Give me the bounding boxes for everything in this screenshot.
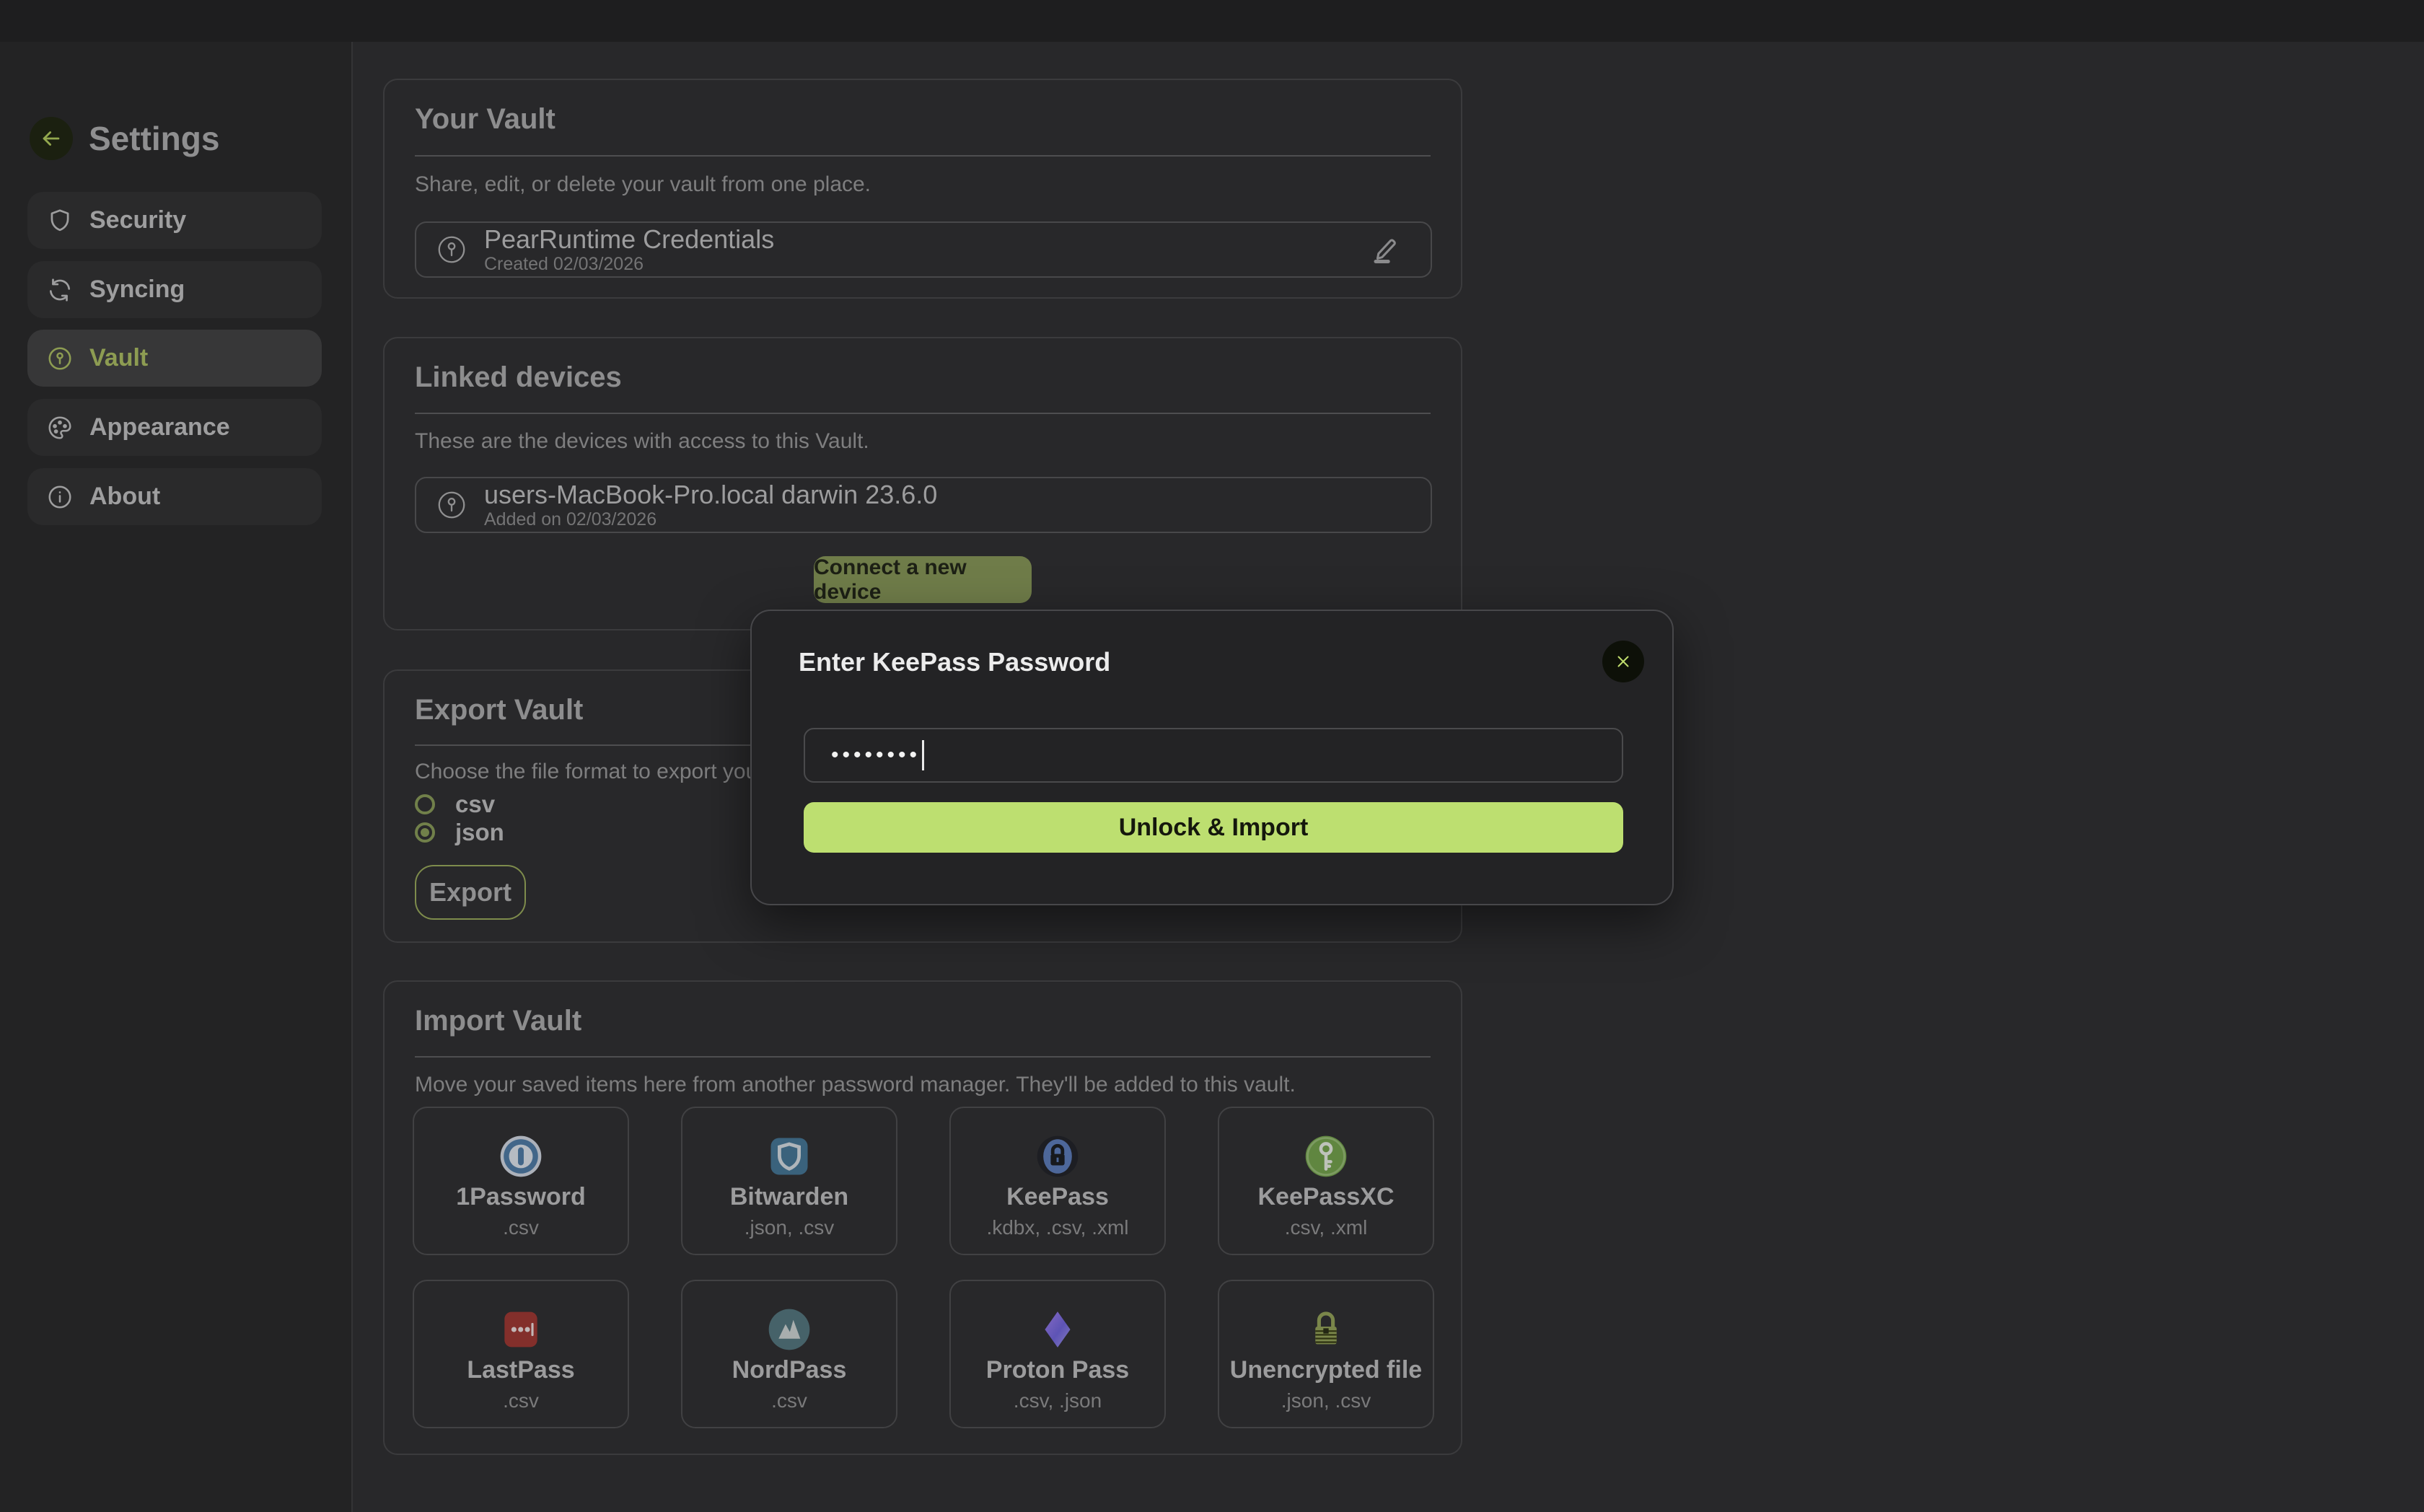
divider — [415, 1056, 1431, 1058]
provider-grid: 1Password .csv Bitwarden .json, .csv Kee… — [413, 1107, 1434, 1428]
protonpass-icon — [1033, 1305, 1082, 1354]
connect-new-device-button[interactable]: Connect a new device — [814, 556, 1032, 603]
close-icon — [1614, 652, 1633, 671]
device-added-date: Added on 02/03/2026 — [484, 509, 937, 529]
import-tile-bitwarden[interactable]: Bitwarden .json, .csv — [681, 1107, 897, 1255]
sidebar-item-about[interactable]: About — [27, 468, 322, 525]
text-caret — [922, 740, 924, 770]
sidebar-item-label: Syncing — [89, 276, 185, 304]
export-button[interactable]: Export — [415, 865, 526, 920]
palette-icon — [46, 414, 74, 441]
keepass-icon — [1033, 1132, 1082, 1181]
section-title: Import Vault — [415, 1005, 581, 1037]
arrow-left-icon — [39, 126, 63, 151]
password-input[interactable]: •••••••• — [804, 728, 1623, 783]
format-label: csv — [455, 791, 495, 818]
provider-name: Unencrypted file — [1219, 1356, 1433, 1384]
sidebar-item-label: Appearance — [89, 413, 230, 441]
your-vault-section: Your Vault Share, edit, or delete your v… — [383, 79, 1462, 299]
provider-name: LastPass — [414, 1356, 628, 1384]
keepassxc-icon — [1301, 1132, 1351, 1181]
section-title: Your Vault — [415, 103, 556, 136]
linked-devices-section: Linked devices These are the devices wit… — [383, 337, 1462, 630]
close-button[interactable] — [1602, 641, 1644, 682]
settings-screen: Settings Security Syncing Vault Appearan… — [0, 0, 2424, 1512]
sync-icon — [46, 276, 74, 304]
pencil-icon[interactable] — [1369, 233, 1402, 266]
nordpass-icon — [765, 1305, 814, 1354]
import-tile-nordpass[interactable]: NordPass .csv — [681, 1280, 897, 1428]
password-masked-value: •••••••• — [831, 728, 921, 783]
sidebar-item-syncing[interactable]: Syncing — [27, 261, 322, 318]
format-option-csv[interactable]: csv — [415, 790, 495, 819]
provider-formats: .json, .csv — [1219, 1389, 1433, 1412]
bitwarden-icon — [765, 1132, 814, 1181]
format-option-json[interactable]: json — [415, 818, 504, 847]
back-button[interactable] — [30, 117, 73, 160]
sidebar-item-appearance[interactable]: Appearance — [27, 399, 322, 456]
provider-name: Proton Pass — [951, 1356, 1164, 1384]
provider-formats: .csv — [414, 1389, 628, 1412]
import-vault-section: Import Vault Move your saved items here … — [383, 980, 1462, 1455]
provider-formats: .csv, .xml — [1219, 1216, 1433, 1239]
section-title: Linked devices — [415, 361, 622, 394]
page-title: Settings — [89, 117, 219, 160]
key-circle-icon — [46, 345, 74, 372]
sidebar-item-vault[interactable]: Vault — [27, 330, 322, 387]
keepass-password-dialog: Enter KeePass Password •••••••• Unlock &… — [750, 610, 1674, 905]
section-description: These are the devices with access to thi… — [415, 429, 869, 454]
section-description: Move your saved items here from another … — [415, 1073, 1296, 1097]
provider-name: 1Password — [414, 1183, 628, 1211]
provider-name: KeePass — [951, 1183, 1164, 1211]
1password-icon — [496, 1132, 545, 1181]
sidebar-item-label: About — [89, 483, 160, 511]
provider-formats: .kdbx, .csv, .xml — [951, 1216, 1164, 1239]
format-label: json — [455, 819, 504, 846]
unlocked-padlock-icon — [1301, 1305, 1351, 1354]
import-tile-protonpass[interactable]: Proton Pass .csv, .json — [949, 1280, 1166, 1428]
provider-name: Bitwarden — [682, 1183, 896, 1211]
radio-selected-icon[interactable] — [415, 822, 435, 843]
provider-name: NordPass — [682, 1356, 896, 1384]
dialog-title: Enter KeePass Password — [799, 647, 1110, 677]
lastpass-icon — [496, 1305, 545, 1354]
import-tile-unencrypted[interactable]: Unencrypted file .json, .csv — [1218, 1280, 1434, 1428]
import-tile-keepassxc[interactable]: KeePassXC .csv, .xml — [1218, 1107, 1434, 1255]
key-circle-icon — [435, 488, 468, 522]
shield-icon — [46, 207, 74, 234]
device-row: users-MacBook-Pro.local darwin 23.6.0 Ad… — [415, 477, 1432, 533]
divider — [415, 413, 1431, 414]
vault-created-date: Created 02/03/2026 — [484, 254, 774, 274]
info-icon — [46, 483, 74, 511]
provider-formats: .csv — [414, 1216, 628, 1239]
provider-formats: .csv, .json — [951, 1389, 1164, 1412]
sidebar: Settings Security Syncing Vault Appearan… — [0, 42, 353, 1512]
vault-name: PearRuntime Credentials — [484, 225, 774, 254]
device-name: users-MacBook-Pro.local darwin 23.6.0 — [484, 480, 937, 509]
divider — [415, 155, 1431, 157]
provider-formats: .csv — [682, 1389, 896, 1412]
section-description: Share, edit, or delete your vault from o… — [415, 172, 871, 197]
window-title-bar — [0, 0, 2424, 42]
sidebar-item-label: Vault — [89, 344, 148, 372]
section-title: Export Vault — [415, 694, 583, 726]
import-tile-lastpass[interactable]: LastPass .csv — [413, 1280, 629, 1428]
sidebar-item-label: Security — [89, 206, 186, 234]
import-tile-keepass[interactable]: KeePass .kdbx, .csv, .xml — [949, 1107, 1166, 1255]
sidebar-item-security[interactable]: Security — [27, 192, 322, 249]
provider-name: KeePassXC — [1219, 1183, 1433, 1211]
unlock-import-button[interactable]: Unlock & Import — [804, 802, 1623, 853]
vault-row[interactable]: PearRuntime Credentials Created 02/03/20… — [415, 221, 1432, 278]
import-tile-1password[interactable]: 1Password .csv — [413, 1107, 629, 1255]
key-circle-icon — [435, 233, 468, 266]
provider-formats: .json, .csv — [682, 1216, 896, 1239]
radio-unselected-icon[interactable] — [415, 794, 435, 814]
